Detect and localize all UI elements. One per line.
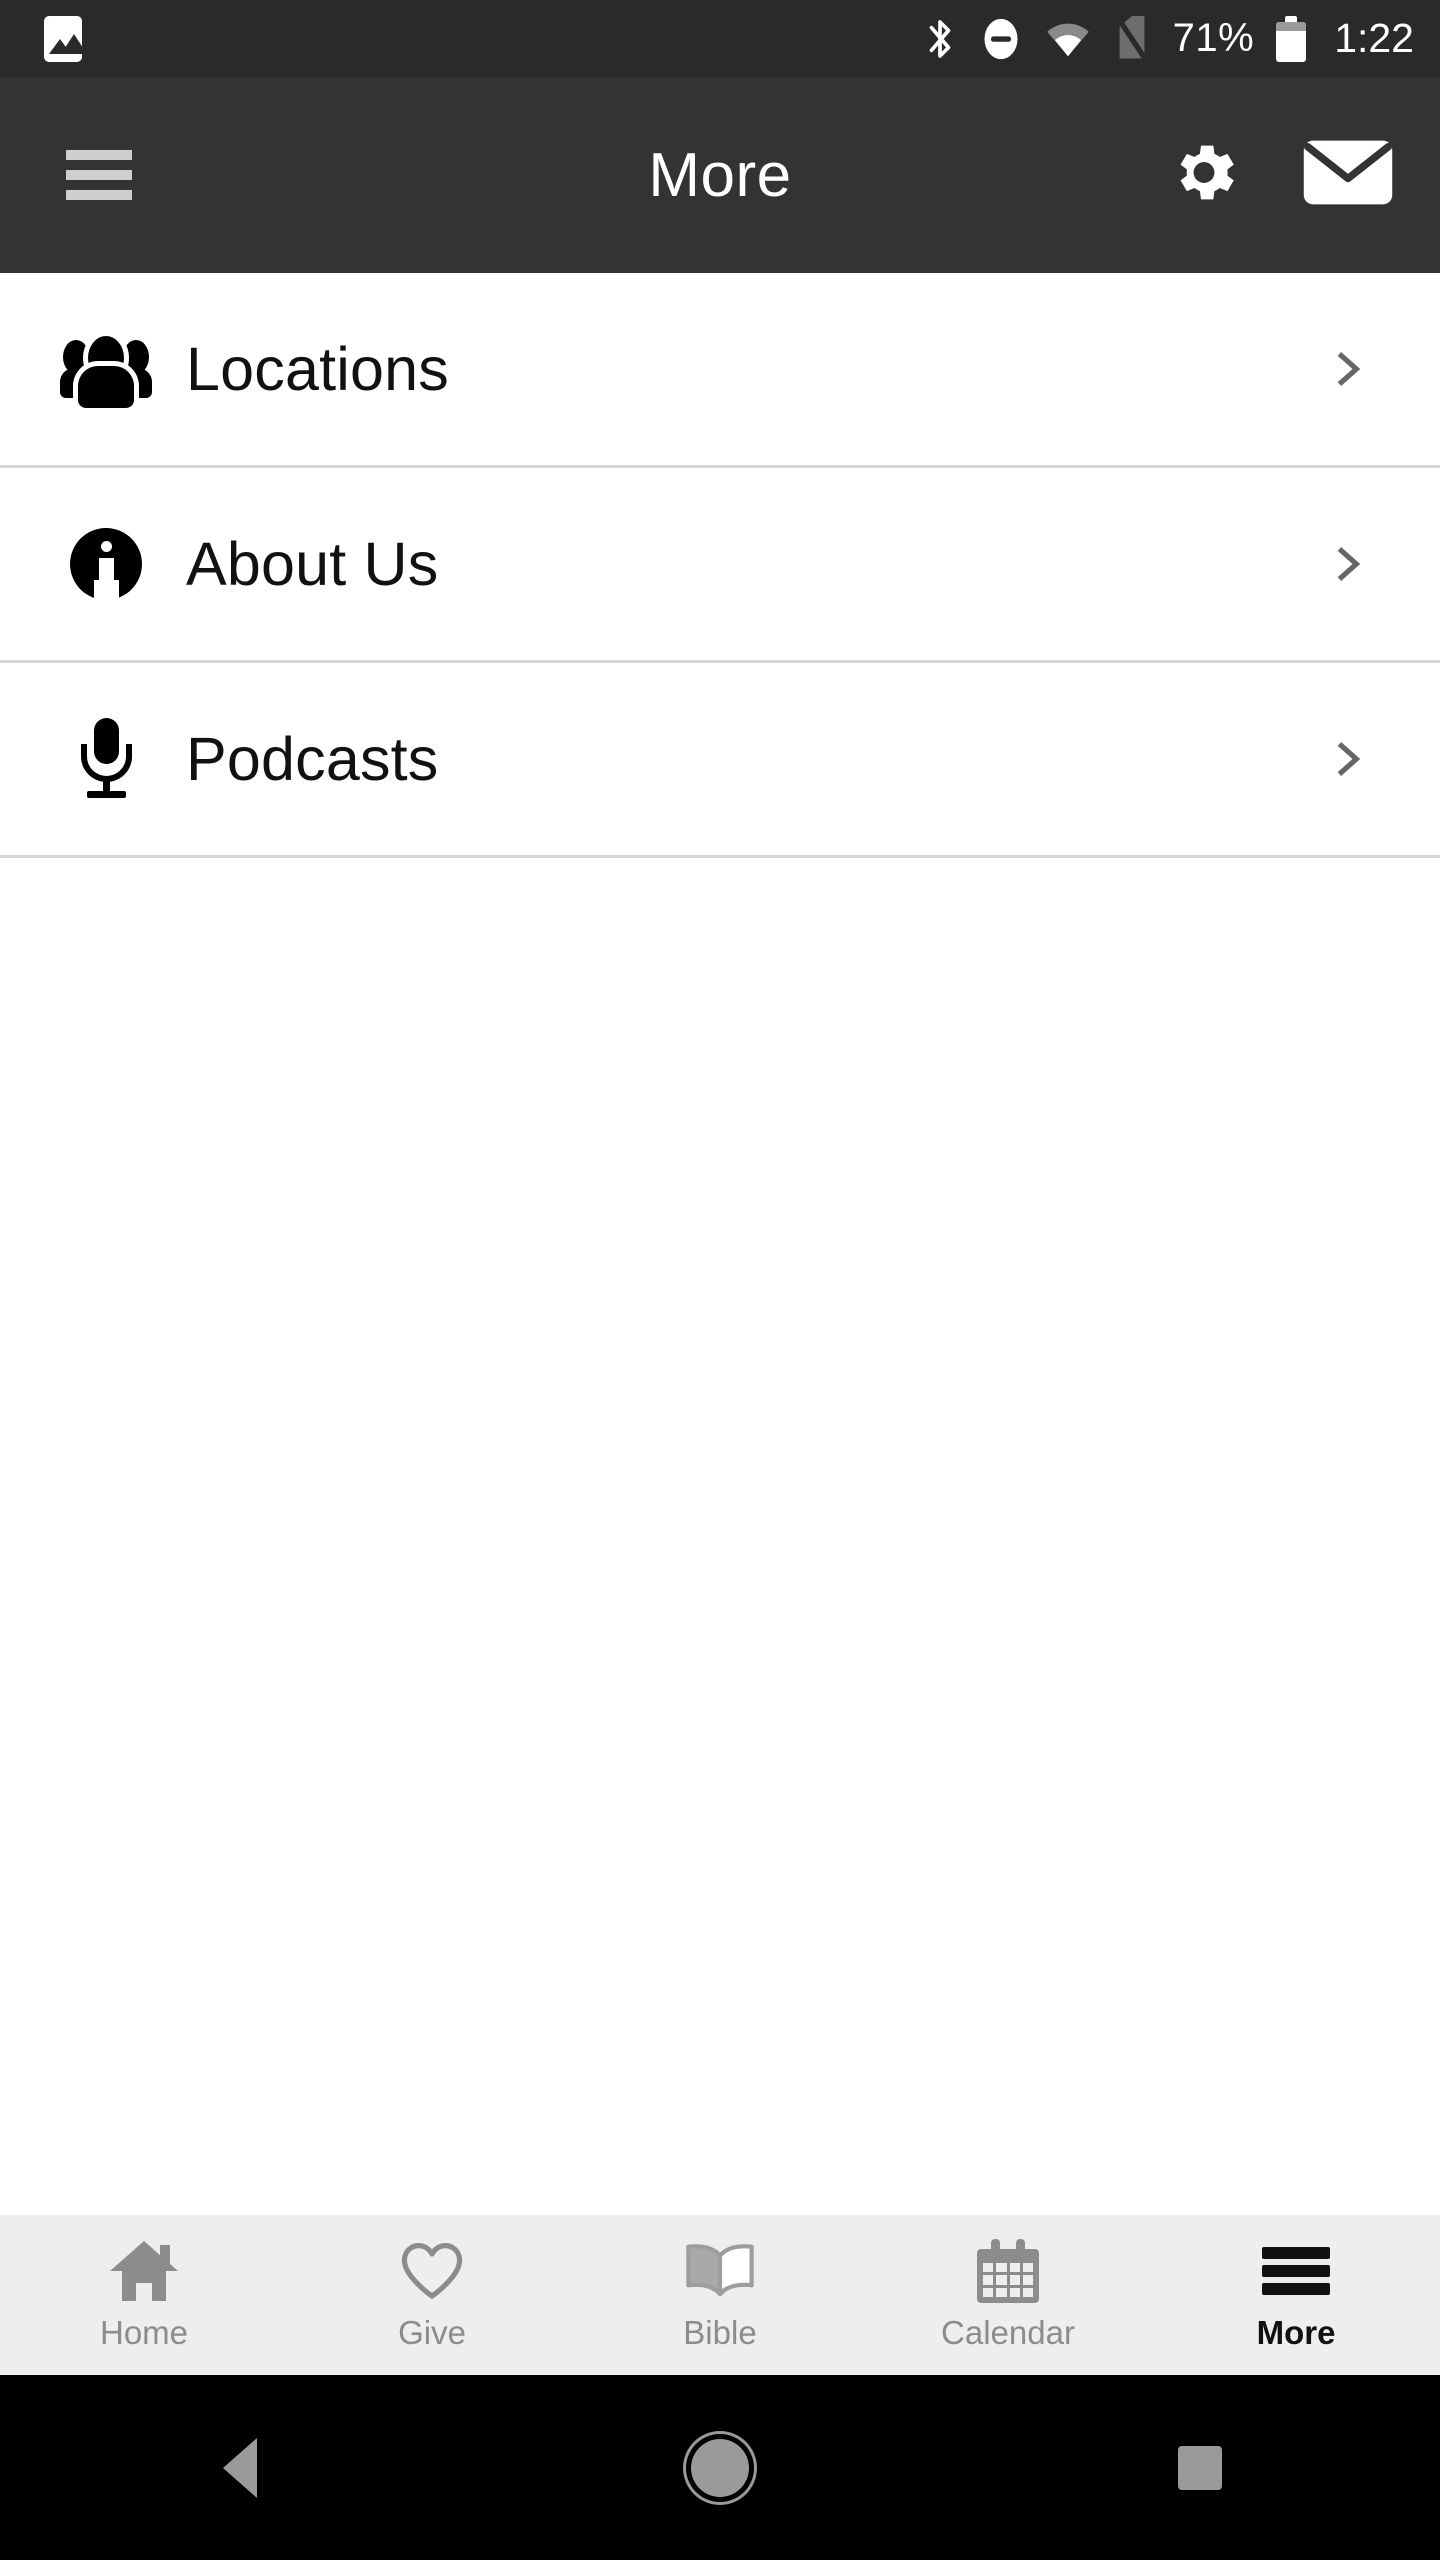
clock-label: 1:22 (1334, 15, 1414, 61)
info-circle-icon (70, 528, 142, 600)
recents-button[interactable] (960, 2445, 1440, 2490)
chevron-right-icon (1337, 742, 1361, 776)
list-item-locations[interactable]: Locations (0, 273, 1440, 468)
row-icon-wrap (46, 334, 166, 408)
list-item-label: About Us (186, 530, 439, 598)
tab-icon-wrap (683, 2238, 757, 2304)
tab-home[interactable]: Home (0, 2215, 288, 2375)
do-not-disturb-icon (984, 18, 1018, 59)
home-icon (691, 2438, 749, 2497)
bottom-tab-bar: Home Give Bible Calendar More (0, 2215, 1440, 2375)
gear-icon (1180, 145, 1234, 200)
tab-more[interactable]: More (1152, 2215, 1440, 2375)
tab-bible[interactable]: Bible (576, 2215, 864, 2375)
tab-label: Bible (683, 2314, 757, 2351)
list-item-label: Podcasts (186, 725, 439, 793)
status-bar-right-icons: 71% 1:22 (923, 15, 1414, 62)
battery-icon (1276, 15, 1307, 62)
photo-icon (44, 15, 82, 62)
phone-screen: 71% 1:22 More Locations About Us Podcast… (0, 0, 1440, 2560)
back-button[interactable] (0, 2437, 480, 2498)
tab-label: Home (99, 2314, 189, 2351)
house-icon (110, 2241, 178, 2301)
tab-label: Give (398, 2314, 466, 2351)
home-button[interactable] (480, 2438, 960, 2497)
list-item-podcasts[interactable]: Podcasts (0, 663, 1440, 858)
no-sim-icon (1115, 15, 1148, 62)
list-item-label: Locations (186, 335, 449, 403)
mail-button[interactable] (1302, 139, 1394, 212)
tab-label: More (1256, 2314, 1336, 2351)
row-icon-wrap (46, 718, 166, 800)
chevron-right-icon (1337, 352, 1361, 386)
open-book-icon (686, 2244, 754, 2297)
menu-list: Locations About Us Podcasts (0, 273, 1440, 858)
tab-give[interactable]: Give (288, 2215, 576, 2375)
recents-icon (1178, 2445, 1222, 2490)
tab-icon-wrap (110, 2238, 178, 2304)
hamburger-icon (1262, 2247, 1330, 2295)
back-icon (223, 2437, 257, 2498)
bluetooth-icon (929, 19, 950, 58)
settings-button[interactable] (1166, 135, 1242, 216)
status-bar-left-icons (44, 15, 82, 62)
tab-icon-wrap (977, 2238, 1039, 2304)
tab-icon-wrap (1262, 2238, 1330, 2304)
tab-calendar[interactable]: Calendar (864, 2215, 1152, 2375)
tab-icon-wrap (400, 2238, 464, 2304)
app-header-actions (1166, 135, 1394, 216)
envelope-icon (1303, 140, 1393, 205)
android-nav-bar (0, 2375, 1440, 2560)
tab-label: Calendar (941, 2314, 1075, 2351)
battery-percent-label: 71% (1172, 16, 1255, 60)
app-header: More (0, 77, 1440, 273)
chevron-right-icon (1337, 547, 1361, 581)
calendar-icon (977, 2239, 1039, 2303)
wifi-icon (1046, 23, 1089, 56)
heart-icon (401, 2243, 463, 2299)
microphone-icon (76, 718, 136, 800)
group-icon (60, 334, 152, 408)
row-icon-wrap (46, 528, 166, 600)
list-item-about-us[interactable]: About Us (0, 468, 1440, 663)
android-status-bar: 71% 1:22 (0, 0, 1440, 77)
